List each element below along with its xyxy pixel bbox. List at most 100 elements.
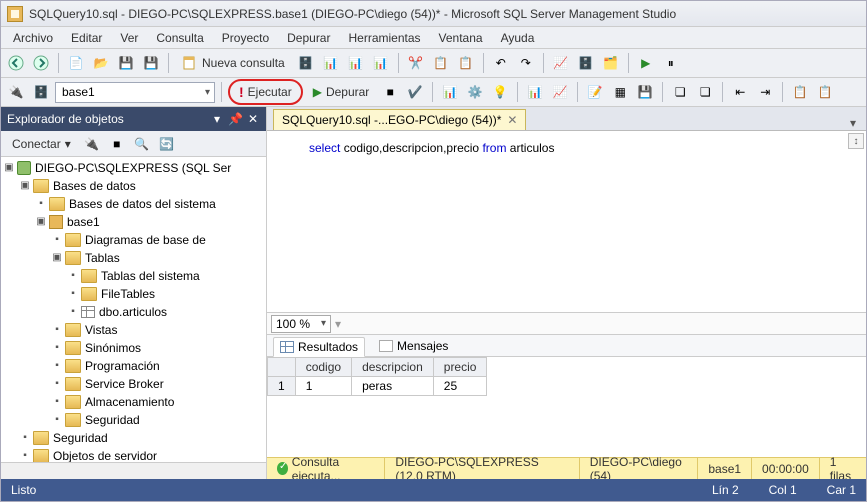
- tab-label: Resultados: [298, 340, 358, 354]
- tree-filetables[interactable]: ▪FileTables: [67, 285, 266, 303]
- close-icon[interactable]: ✕: [507, 113, 517, 127]
- stop-icon[interactable]: ■: [106, 133, 128, 155]
- col-precio[interactable]: precio: [433, 358, 487, 377]
- zoom-combobox[interactable]: 100 %: [271, 315, 331, 333]
- tree-dbo-articulos[interactable]: ▪dbo.articulos: [67, 303, 266, 321]
- new-query-button[interactable]: Nueva consulta: [175, 52, 292, 74]
- object-explorer-icon[interactable]: 🗂️: [600, 52, 622, 74]
- tree-system-tables[interactable]: ▪Tablas del sistema: [67, 267, 266, 285]
- explorer-scrollbar[interactable]: [1, 462, 266, 479]
- parse-icon[interactable]: ✔️: [404, 81, 426, 103]
- object-tree[interactable]: ▣DIEGO-PC\SQLEXPRESS (SQL Ser ▣Bases de …: [1, 157, 266, 462]
- tab-mensajes[interactable]: Mensajes: [373, 337, 454, 355]
- pin-icon[interactable]: ▾: [210, 112, 224, 126]
- menu-archivo[interactable]: Archivo: [5, 29, 61, 47]
- client-stats-icon[interactable]: 📈: [549, 81, 571, 103]
- separator: [432, 82, 433, 102]
- tree-server[interactable]: ▣DIEGO-PC\SQLEXPRESS (SQL Ser: [3, 159, 266, 177]
- filter-icon[interactable]: 🔍: [131, 133, 153, 155]
- document-tab[interactable]: SQLQuery10.sql -...EGO-PC\diego (54))* ✕: [273, 109, 526, 130]
- menu-proyecto[interactable]: Proyecto: [214, 29, 277, 47]
- uncomment-icon[interactable]: ❏: [694, 81, 716, 103]
- tree-server-objects[interactable]: ▪Objetos de servidor: [19, 447, 266, 462]
- tree-service-broker[interactable]: ▪Service Broker: [51, 375, 266, 393]
- undo-icon[interactable]: ↶: [490, 52, 512, 74]
- start-icon[interactable]: ▶: [635, 52, 657, 74]
- tree-tablas[interactable]: ▣Tablas: [51, 249, 266, 267]
- menu-ver[interactable]: Ver: [112, 29, 146, 47]
- execute-button[interactable]: ! Ejecutar: [232, 81, 299, 103]
- change-connection-icon[interactable]: 🔌: [5, 81, 27, 103]
- intellisense-icon[interactable]: 💡: [489, 81, 511, 103]
- results-text-icon[interactable]: 📝: [584, 81, 606, 103]
- tree-seguridad[interactable]: ▪Seguridad: [19, 429, 266, 447]
- tabstrip-dropdown[interactable]: ▾: [846, 116, 860, 130]
- mdx-query-icon[interactable]: 📊: [320, 52, 342, 74]
- open-icon[interactable]: 📂: [90, 52, 112, 74]
- menu-depurar[interactable]: Depurar: [279, 29, 338, 47]
- registered-servers-icon[interactable]: 🗄️: [575, 52, 597, 74]
- separator: [577, 82, 578, 102]
- tree-databases[interactable]: ▣Bases de datos: [19, 177, 266, 195]
- col-descripcion[interactable]: descripcion: [352, 358, 434, 377]
- cancel-query-icon[interactable]: ■: [379, 81, 401, 103]
- close-icon[interactable]: ✕: [246, 112, 260, 126]
- tree-vistas[interactable]: ▪Vistas: [51, 321, 266, 339]
- refresh-icon[interactable]: 🔄: [156, 133, 178, 155]
- results-grid-wrap[interactable]: codigo descripcion precio 1 1 peras 25: [267, 357, 866, 457]
- menu-herramientas[interactable]: Herramientas: [340, 29, 428, 47]
- tree-almacenamiento[interactable]: ▪Almacenamiento: [51, 393, 266, 411]
- forward-button[interactable]: [30, 52, 52, 74]
- debug-button[interactable]: ▶ Depurar: [306, 81, 377, 103]
- cell-codigo[interactable]: 1: [295, 377, 351, 396]
- copy-icon[interactable]: 📋: [430, 52, 452, 74]
- results-grid-icon[interactable]: ▦: [609, 81, 631, 103]
- table-row[interactable]: 1 1 peras 25: [268, 377, 487, 396]
- menu-editar[interactable]: Editar: [63, 29, 110, 47]
- paste-icon[interactable]: 📋: [455, 52, 477, 74]
- specify-template-icon[interactable]: 📋: [789, 81, 811, 103]
- tree-label: Bases de datos: [51, 177, 138, 195]
- cell-precio[interactable]: 25: [433, 377, 487, 396]
- cut-icon[interactable]: ✂️: [405, 52, 427, 74]
- menu-ventana[interactable]: Ventana: [431, 29, 491, 47]
- back-button[interactable]: [5, 52, 27, 74]
- xmla-query-icon[interactable]: 📊: [370, 52, 392, 74]
- dmx-query-icon[interactable]: 📊: [345, 52, 367, 74]
- activity-monitor-icon[interactable]: 📈: [550, 52, 572, 74]
- increase-indent-icon[interactable]: ⇥: [754, 81, 776, 103]
- results-file-icon[interactable]: 💾: [634, 81, 656, 103]
- tree-sinonimos[interactable]: ▪Sinónimos: [51, 339, 266, 357]
- query-options-icon[interactable]: ⚙️: [464, 81, 486, 103]
- estimated-plan-icon[interactable]: 📊: [439, 81, 461, 103]
- tree-seguridad-db[interactable]: ▪Seguridad: [51, 411, 266, 429]
- stop-icon[interactable]: ⏸: [660, 52, 682, 74]
- cell-descripcion[interactable]: peras: [352, 377, 434, 396]
- tree-system-databases[interactable]: ▪Bases de datos del sistema: [35, 195, 266, 213]
- new-project-icon[interactable]: 📄: [65, 52, 87, 74]
- db-engine-query-icon[interactable]: 🗄️: [295, 52, 317, 74]
- save-icon[interactable]: 💾: [115, 52, 137, 74]
- comment-icon[interactable]: ❏: [669, 81, 691, 103]
- database-combobox[interactable]: base1: [55, 82, 215, 103]
- col-codigo[interactable]: codigo: [295, 358, 351, 377]
- actual-plan-icon[interactable]: 📊: [524, 81, 546, 103]
- debug-icon: ▶: [313, 85, 322, 99]
- sql-editor[interactable]: ↕ select codigo,descripcion,precio from …: [267, 131, 866, 312]
- tree-label: DIEGO-PC\SQLEXPRESS (SQL Ser: [33, 159, 233, 177]
- tree-base1[interactable]: ▣base1: [35, 213, 266, 231]
- disconnect-icon[interactable]: 🔌: [81, 133, 103, 155]
- save-all-icon[interactable]: 💾: [140, 52, 162, 74]
- decrease-indent-icon[interactable]: ⇤: [729, 81, 751, 103]
- menu-ayuda[interactable]: Ayuda: [493, 29, 543, 47]
- autohide-icon[interactable]: 📌: [228, 112, 242, 126]
- tab-resultados[interactable]: Resultados: [273, 337, 365, 357]
- menu-consulta[interactable]: Consulta: [148, 29, 211, 47]
- redo-icon[interactable]: ↷: [515, 52, 537, 74]
- tree-programacion[interactable]: ▪Programación: [51, 357, 266, 375]
- surround-with-icon[interactable]: 📋: [814, 81, 836, 103]
- available-db-icon[interactable]: 🗄️: [30, 81, 52, 103]
- tree-diagramas[interactable]: ▪Diagramas de base de: [51, 231, 266, 249]
- splitter-icon[interactable]: ↕: [848, 133, 864, 149]
- connect-button[interactable]: Conectar ▾: [5, 133, 78, 155]
